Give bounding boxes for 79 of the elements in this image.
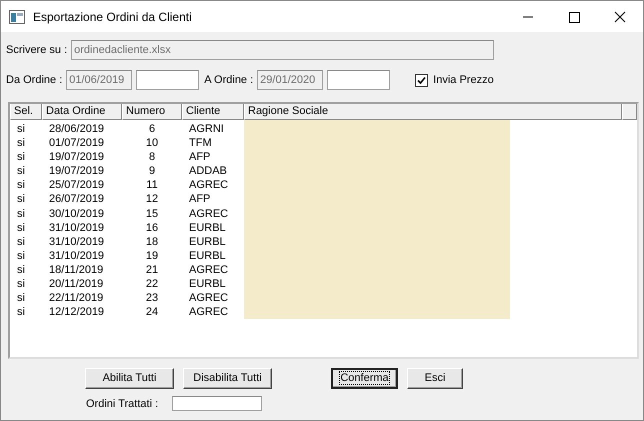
table-cell-text: EURBL [188, 220, 227, 235]
table-cell-text: si [16, 136, 26, 150]
to-label: A Ordine : [204, 74, 254, 86]
table-cell-text: AGREC [188, 262, 230, 278]
table-cell-text: AGREC [188, 305, 230, 320]
table-cell-text: EURBL [188, 234, 227, 249]
dialog-button[interactable]: Esci [407, 368, 463, 388]
dialog-button[interactable]: Conferma [331, 368, 398, 388]
from-label: Da Ordine : [6, 74, 62, 86]
table-cell-text: 15 [144, 206, 160, 221]
to-order-field[interactable] [327, 70, 390, 90]
processed-label: Ordini Trattati : [86, 398, 158, 410]
table-cell-text: EURBL [188, 248, 227, 263]
table-cell-text: si [16, 122, 26, 136]
table-cell-text: si [16, 277, 26, 292]
column-header[interactable]: Sel. [10, 104, 42, 120]
table-cell-text: 16 [144, 220, 160, 235]
table-cell-text: 21 [144, 262, 160, 278]
column-header[interactable]: Cliente [182, 104, 244, 120]
table-cell-text: 22/11/2019 [48, 291, 104, 306]
table-cell-text: si [16, 248, 26, 263]
table-cell-text: EURBL [188, 277, 227, 292]
table-cell-text: si [16, 192, 26, 207]
output-label: Scrivere su : [6, 44, 68, 56]
table-cell-text: 28/06/2019 [48, 122, 106, 136]
column-header[interactable]: Data Ordine [42, 104, 122, 120]
processed-field[interactable] [172, 396, 262, 411]
dialog-button[interactable]: Disabilita Tutti [183, 368, 272, 388]
table-cell-text: 23 [144, 291, 160, 306]
table-cell-text: si [16, 291, 26, 306]
output-file-field[interactable]: ordinedacliente.xlsx [71, 40, 494, 60]
table-cell-text: 01/07/2019 [48, 136, 106, 150]
table-cell-text: 12/12/2019 [48, 305, 106, 320]
table-cell-text: 26/07/2019 [48, 192, 106, 207]
send-price-checkbox[interactable] [415, 74, 428, 86]
from-order-field[interactable] [136, 70, 200, 90]
table-cell-text: AFP [188, 150, 212, 164]
table-cell-text: AFP [188, 192, 212, 207]
table-cell-text: 18/11/2019 [48, 262, 104, 278]
table-cell-text: 9 [148, 164, 156, 178]
table-cell-text: 6 [148, 122, 156, 136]
table-cell-text: si [16, 220, 26, 235]
table-cell-text: AGREC [188, 178, 230, 192]
table-cell-text: 20/11/2019 [48, 277, 104, 292]
table-cell-text: 30/10/2019 [48, 206, 106, 221]
window-icon [9, 10, 25, 24]
table-cell-text: si [16, 234, 26, 249]
table-cell-text: 19/07/2019 [48, 164, 106, 178]
table-cell-text: si [16, 206, 26, 221]
table-cell-text: 31/10/2019 [48, 220, 106, 235]
dialog-button[interactable]: Abilita Tutti [85, 368, 174, 388]
table-cell-text: TFM [188, 136, 213, 150]
table-cell-text: 22 [144, 277, 160, 292]
table-cell-text: si [16, 164, 26, 178]
table-cell-text: 31/10/2019 [48, 234, 106, 249]
column-header[interactable]: Numero [122, 104, 182, 120]
table-cell-text: 19/07/2019 [48, 150, 106, 164]
send-price-label: Invia Prezzo [433, 74, 494, 86]
table-cell-text: si [16, 262, 26, 278]
table-cell-text: 8 [148, 150, 156, 164]
table-cell-text: 11 [145, 178, 159, 192]
table-cell-text: AGREC [188, 206, 230, 221]
table-cell-text: AGRNI [188, 122, 225, 136]
table-cell-text: AGREC [188, 291, 230, 306]
table-cell-text: si [16, 150, 26, 164]
table-cell-text: si [16, 178, 26, 192]
table-cell-text: 31/10/2019 [48, 248, 106, 263]
table-cell-text: 10 [144, 136, 160, 150]
from-date-field[interactable]: 01/06/2019 [66, 70, 132, 90]
table-cell-text: 25/07/2019 [48, 178, 106, 192]
table-cell-text: 18 [144, 234, 160, 249]
table-cell-text: si [16, 305, 26, 320]
table-cell-text: 24 [144, 305, 160, 320]
window-title: Esportazione Ordini da Clienti [33, 10, 193, 24]
to-date-field[interactable]: 29/01/2020 [257, 70, 324, 90]
column-header[interactable] [622, 104, 637, 120]
table-cell-text: 19 [144, 248, 160, 263]
table-cell-text: 12 [144, 192, 160, 207]
table-cell-text: ADDAB [188, 164, 228, 178]
